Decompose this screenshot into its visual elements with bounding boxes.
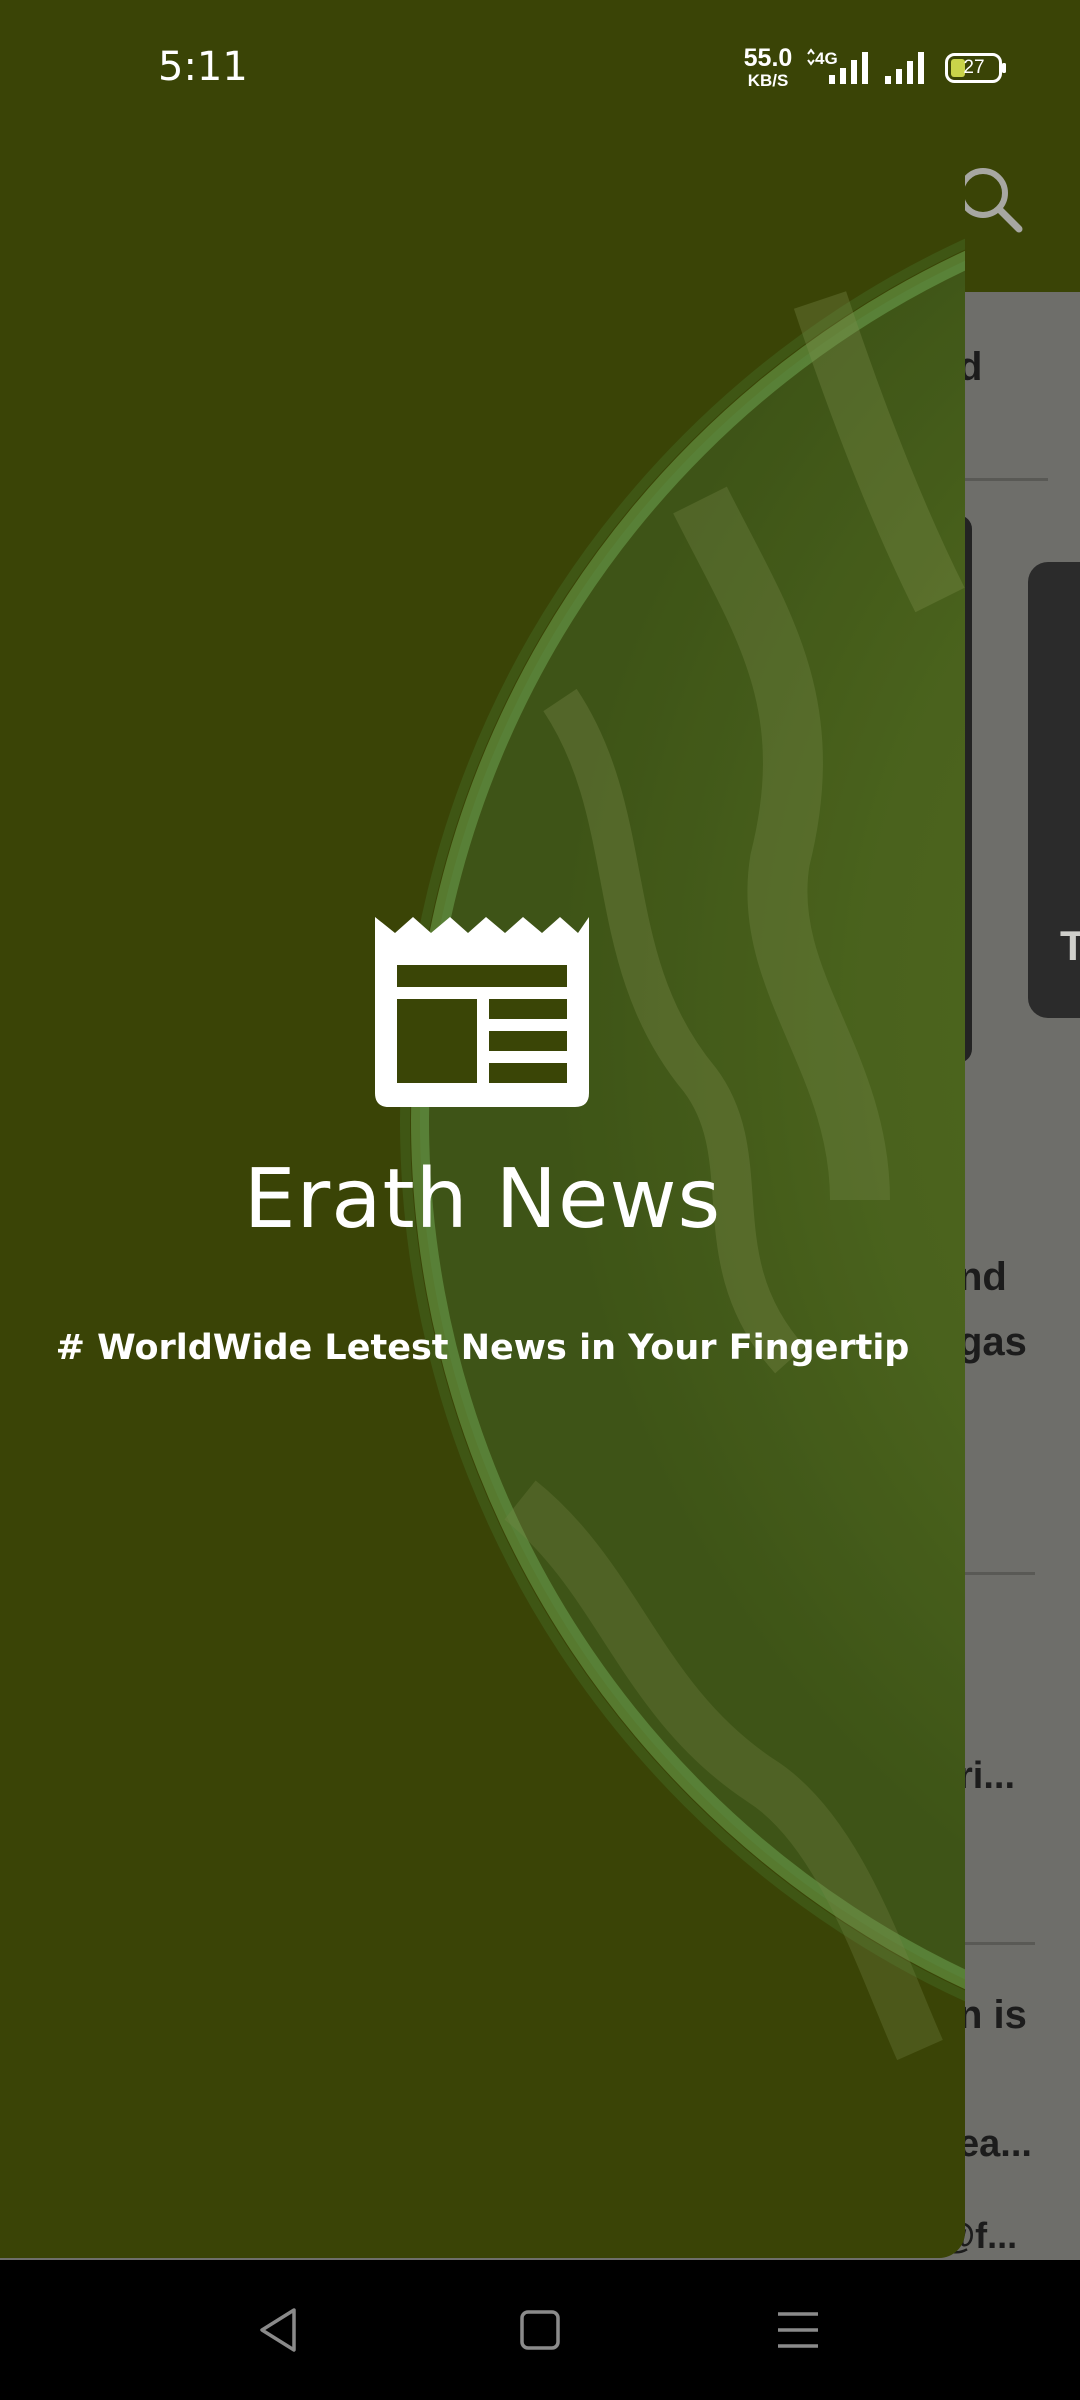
navigation-drawer: Erath News # WorldWide Letest News in Yo… (0, 0, 965, 2258)
menu-icon[interactable] (766, 2298, 830, 2362)
battery-level: 27 (963, 57, 985, 78)
search-icon[interactable] (955, 165, 1025, 235)
signal-4g-icon: 4G (807, 48, 868, 84)
network-speed: 55.0 KB/S (740, 44, 796, 90)
network-speed-unit: KB/S (747, 71, 789, 90)
news-card[interactable]: T (1028, 562, 1080, 1018)
newspaper-icon (375, 917, 589, 1107)
earth-background-image (0, 0, 965, 2258)
network-speed-value: 55.0 (743, 44, 793, 72)
card-snippet: T (1060, 922, 1080, 969)
feed-snippet: ri... (958, 1755, 1016, 1797)
signal-strength-icon (885, 52, 924, 84)
app-tagline: # WorldWide Letest News in Your Fingerti… (55, 1328, 910, 1368)
back-icon[interactable] (250, 2298, 314, 2362)
feed-snippet: gas (958, 1320, 1027, 1364)
status-bar: 5:11 55.0 KB/S 4G 27 (0, 0, 1080, 140)
feed-snippet: n is (958, 1993, 1027, 2037)
network-type: 4G (815, 49, 838, 68)
system-navigation-bar (0, 2260, 1080, 2400)
divider (965, 478, 1048, 481)
divider (965, 1572, 1035, 1575)
app-title: Erath News (243, 1152, 722, 1247)
feed-snippet: nd (958, 1255, 1007, 1299)
divider (965, 1942, 1035, 1945)
status-time: 5:11 (158, 44, 248, 90)
feed-snippet: ea... (958, 2123, 1032, 2165)
home-icon[interactable] (508, 2298, 572, 2362)
